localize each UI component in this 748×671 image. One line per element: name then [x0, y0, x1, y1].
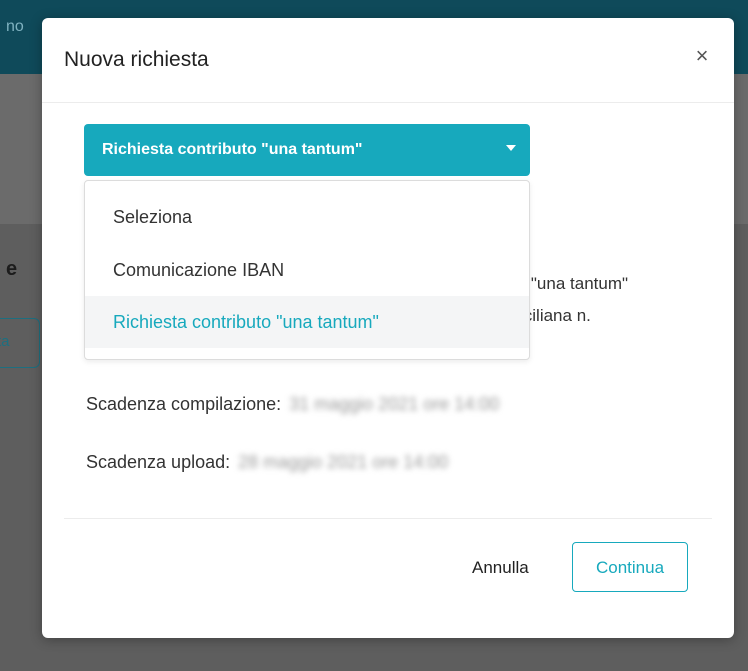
background-heading-fragment: e: [6, 258, 18, 280]
background-topbar-text: no: [6, 18, 24, 35]
description-text-line-2: iciliana n.: [520, 306, 591, 325]
request-type-selected-value: Richiesta contributo "una tantum": [102, 141, 363, 158]
upload-deadline-value: 28 maggio 2021 ore 14:00: [238, 452, 449, 472]
compilation-deadline-value: 31 maggio 2021 ore 14:00: [289, 394, 500, 414]
request-type-dropdown: Seleziona Comunicazione IBAN Richiesta c…: [84, 180, 530, 360]
dropdown-option-seleziona[interactable]: Seleziona: [85, 191, 529, 243]
compilation-deadline: Scadenza compilazione: 31 maggio 2021 ore…: [86, 394, 499, 415]
upload-deadline-label: Scadenza upload:: [86, 452, 231, 472]
dropdown-option-richiesta-contributo[interactable]: Richiesta contributo "una tantum": [85, 296, 529, 348]
modal-title: Nuova richiesta: [64, 48, 209, 71]
new-request-modal: Nuova richiesta × Richiesta contributo "…: [42, 18, 734, 638]
continue-button[interactable]: Continua: [572, 542, 688, 592]
background-button: ta: [0, 318, 40, 368]
close-icon[interactable]: ×: [690, 44, 714, 68]
cancel-button[interactable]: Annulla: [472, 558, 529, 578]
caret-down-icon: [506, 145, 516, 151]
upload-deadline: Scadenza upload: 28 maggio 2021 ore 14:00: [86, 452, 448, 473]
modal-header: Nuova richiesta ×: [42, 18, 734, 103]
footer-divider: [64, 518, 712, 519]
compilation-deadline-label: Scadenza compilazione:: [86, 394, 282, 414]
background-button-label: ta: [0, 333, 10, 350]
dropdown-option-comunicazione-iban[interactable]: Comunicazione IBAN: [85, 244, 529, 296]
request-type-select[interactable]: Richiesta contributo "una tantum": [84, 124, 530, 176]
